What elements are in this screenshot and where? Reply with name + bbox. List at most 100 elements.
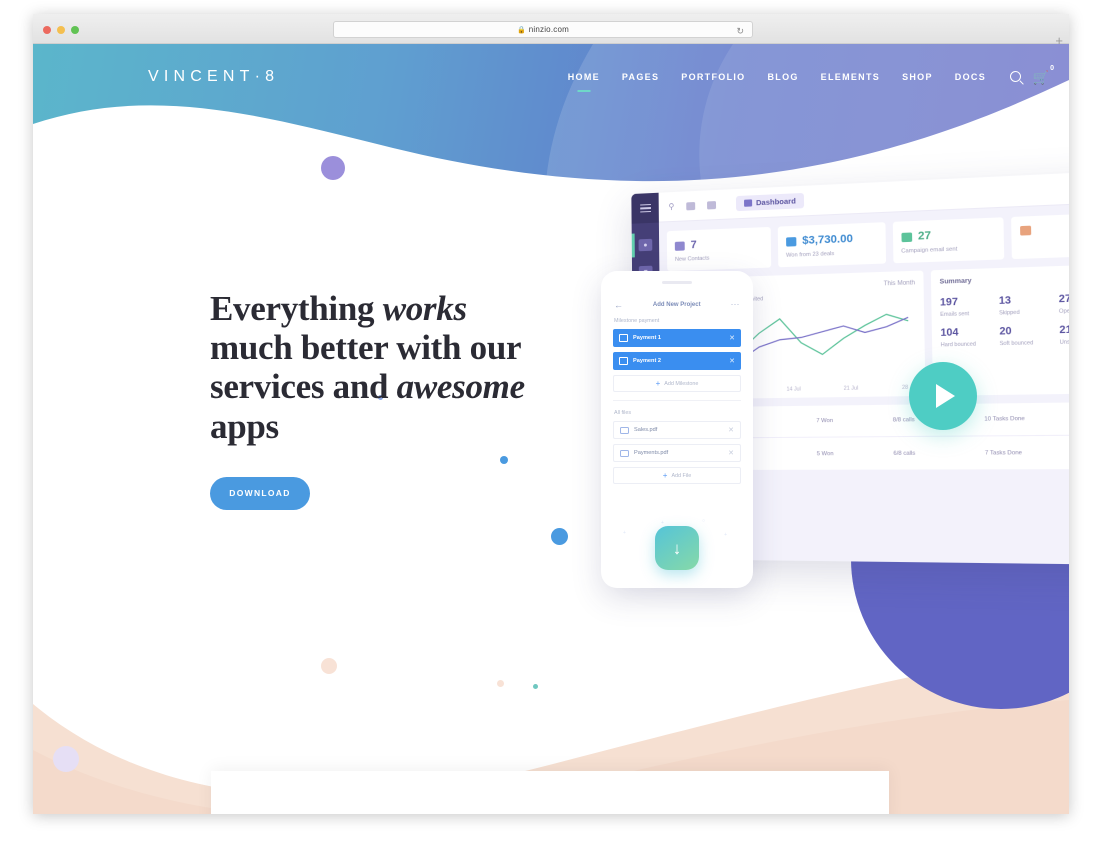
decorative-dot [533,684,538,689]
download-button[interactable]: DOWNLOAD [210,477,310,510]
file-row-payments[interactable]: Payments.pdf ✕ [613,444,741,462]
stat-card-won-deals: $3,730.00 Won from 23 deals [778,222,886,267]
summary-label: Skipped [999,309,1059,317]
stat-value: 7 [691,239,697,251]
decorative-dot [321,156,345,180]
summary-value: 13 [999,294,1059,307]
reload-icon[interactable]: ↻ [736,26,744,37]
graph-period-selector[interactable]: This Month [884,280,916,287]
hero-copy: Everything works much better with our se… [210,289,540,510]
nav-item-shop[interactable]: SHOP [891,72,944,82]
nav-item-docs[interactable]: DOCS [944,72,997,82]
payment-label: Payment 2 [633,358,729,364]
calendar-icon[interactable] [686,202,695,210]
back-arrow-icon[interactable]: ← [614,300,623,310]
heading-emphasis-1: works [383,289,467,328]
sparkle-decoration: ○ [702,518,705,524]
payment-row-2[interactable]: Payment 2 ✕ [613,352,741,370]
contacts-icon [675,241,685,250]
axis-tick: 14 Jul [787,386,801,392]
file-label: Payments.pdf [634,450,728,456]
summary-value: 20 [999,325,1059,338]
milestone-section-label: Milestone payment [610,318,744,324]
nav-item-pages[interactable]: PAGES [611,72,670,82]
site-logo[interactable]: VINCENT·8 [148,68,279,86]
stat-label [1021,237,1069,241]
add-file-button[interactable]: + Add File [613,467,741,484]
cart-count-badge: 0 [1050,65,1054,72]
browser-titlebar: 🔒 ninzio.com ↻ + [33,14,1069,44]
sparkle-decoration: + [724,532,727,538]
nav-item-blog[interactable]: BLOG [756,72,809,82]
decorative-dot [321,658,337,674]
hamburger-icon [640,202,651,215]
stat-card-partial [1011,212,1069,259]
sidebar-active-indicator [632,234,635,258]
wallet-icon [786,237,796,247]
cart-glyph: 🛒 [1033,70,1049,85]
plus-icon: + [656,380,661,388]
summary-cell-soft-bounced: 20 Soft bounced [999,325,1059,348]
cart-icon[interactable]: 🛒 0 [1033,69,1049,87]
add-file-label: Add File [671,473,691,479]
sidebar-menu-button[interactable] [631,193,659,224]
row-won: 7 Won [816,417,885,424]
decorative-dot [551,528,568,545]
stat-value: $3,730.00 [802,233,853,247]
nav-item-portfolio[interactable]: PORTFOLIO [670,72,756,82]
summary-value: 104 [940,326,999,339]
stat-label: New Contacts [675,254,763,263]
plus-icon: + [663,472,668,480]
grid-icon [744,199,752,206]
close-icon[interactable]: ✕ [729,334,735,342]
window-minimize-button[interactable] [57,26,65,34]
download-fab-button[interactable]: ↓ [655,526,699,570]
card-icon [619,334,628,342]
summary-cell-emails-sent: 197 Emails sent [940,295,999,318]
card-icon [619,357,628,365]
sidebar-item-home[interactable]: ● [639,239,653,251]
mail-icon [901,232,912,242]
nav-item-home[interactable]: HOME [557,72,611,82]
files-section-label: All files [610,410,744,416]
search-icon[interactable] [1010,71,1021,82]
bottom-content-card [211,771,889,814]
file-icon [620,427,629,434]
page-viewport: VINCENT·8 HOME PAGES PORTFOLIO BLOG ELEM… [33,44,1069,814]
briefcase-icon [1020,226,1031,236]
page-title: Everything works much better with our se… [210,289,540,446]
close-icon[interactable]: ✕ [728,449,734,457]
heading-emphasis-2: awesome [397,367,525,406]
close-icon[interactable]: ✕ [728,426,734,434]
phone-speaker [662,281,692,284]
nav-item-elements[interactable]: ELEMENTS [810,72,891,82]
url-text: ninzio.com [529,25,569,34]
tab-dashboard-label: Dashboard [756,196,796,207]
search-icon[interactable]: ⚲ [668,202,674,211]
phone-header: ← Add New Project ⋯ [610,293,744,318]
tab-dashboard[interactable]: Dashboard [736,193,804,211]
address-bar[interactable]: 🔒 ninzio.com ↻ [333,21,753,38]
row-tasks: 10 Tasks Done [984,415,1069,422]
shield-icon[interactable] [707,201,716,209]
window-close-button[interactable] [43,26,51,34]
divider [613,400,741,401]
phone-mockup: ← Add New Project ⋯ Milestone payment Pa… [601,271,753,588]
summary-cell-opened: 27 Opened [1059,292,1069,315]
download-arrow-icon: ↓ [673,540,682,557]
more-options-icon[interactable]: ⋯ [731,299,741,310]
file-row-sales[interactable]: Sales.pdf ✕ [613,421,741,439]
summary-cell-hard-bounced: 104 Hard bounced [940,326,999,348]
add-milestone-button[interactable]: + Add Milestone [613,375,741,392]
sparkle-decoration: + [623,530,626,536]
summary-label: Hard bounced [941,341,1000,349]
close-icon[interactable]: ✕ [729,357,735,365]
payment-row-1[interactable]: Payment 1 ✕ [613,329,741,347]
video-play-button[interactable] [909,362,977,430]
summary-grid: 197 Emails sent 13 Skipped 27 Opened 104… [940,292,1069,349]
decorative-dot [53,746,79,772]
window-maximize-button[interactable] [71,26,79,34]
stat-label: Won from 23 deals [786,249,877,258]
add-milestone-label: Add Milestone [664,381,698,387]
heading-part-3: apps [210,407,279,446]
